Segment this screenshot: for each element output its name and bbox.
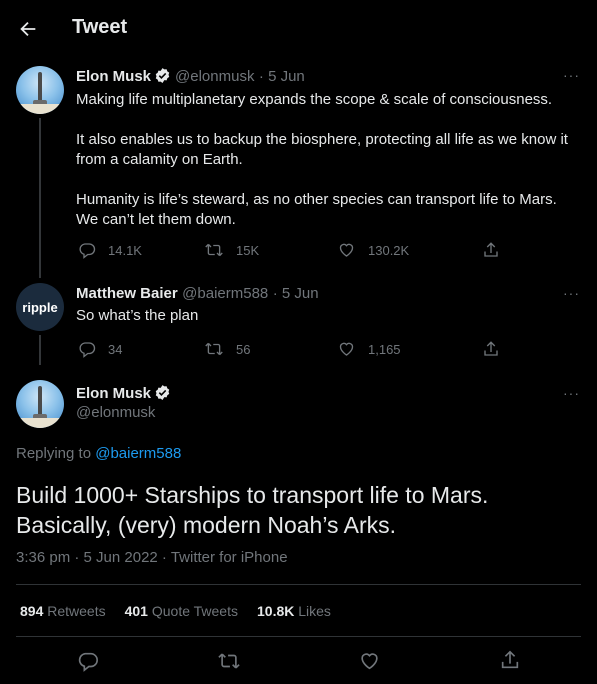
- thread-line: [39, 335, 41, 365]
- retweets-stat-count: 894: [20, 603, 44, 619]
- tweet-paragraph: Humanity is life’s steward, as no other …: [76, 191, 557, 228]
- page-title: Tweet: [72, 16, 128, 38]
- share-icon[interactable]: [482, 339, 500, 359]
- author-handle[interactable]: @elonmusk: [76, 404, 155, 421]
- tweet-date[interactable]: · 5 Jun: [273, 285, 319, 302]
- retweet-icon: [204, 241, 224, 259]
- retweets-stat-label: Retweets: [47, 603, 106, 619]
- retweets-stat[interactable]: 894 Retweets: [20, 603, 106, 619]
- replying-to: Replying to @baierm588: [16, 445, 181, 462]
- likes-stat-count: 10.8K: [257, 603, 295, 619]
- verified-badge-icon: [154, 67, 171, 84]
- likes-stat-label: Likes: [298, 603, 331, 619]
- avatar[interactable]: ripple: [16, 283, 64, 331]
- main-tweet-author: Elon Musk: [76, 384, 175, 403]
- more-options-button[interactable]: ···: [563, 385, 580, 401]
- author-handle[interactable]: @baierm588: [182, 285, 268, 302]
- quotes-stat-label: Quote Tweets: [151, 603, 238, 619]
- reply-button[interactable]: 14.1K: [78, 241, 142, 259]
- replying-prefix: Replying to: [16, 445, 92, 462]
- avatar-logo-text: ripple: [22, 299, 58, 315]
- reply-count: 34: [108, 341, 123, 357]
- tweet-body: Making life multiplanetary expands the s…: [76, 90, 576, 230]
- quotes-stat-count: 401: [124, 603, 148, 619]
- like-button[interactable]: 130.2K: [337, 241, 409, 259]
- reply-icon[interactable]: [77, 650, 99, 672]
- like-count: 1,165: [368, 341, 401, 357]
- retweet-button[interactable]: 15K: [204, 241, 259, 259]
- reply-button[interactable]: 34: [78, 340, 122, 358]
- retweet-icon[interactable]: [217, 650, 241, 672]
- share-icon[interactable]: [499, 648, 521, 672]
- more-options-button[interactable]: ···: [563, 67, 580, 83]
- avatar[interactable]: [16, 380, 64, 428]
- tweet-paragraph: It also enables us to backup the biosphe…: [76, 131, 568, 168]
- tweet-date[interactable]: · 5 Jun: [259, 68, 305, 85]
- tweet-paragraph: Making life multiplanetary expands the s…: [76, 91, 553, 108]
- back-arrow-icon[interactable]: [17, 18, 39, 40]
- heart-icon[interactable]: [358, 650, 381, 672]
- reply-icon: [78, 340, 96, 358]
- divider: [16, 584, 581, 585]
- heart-icon: [337, 241, 356, 259]
- author-name[interactable]: Elon Musk: [76, 68, 151, 85]
- thread-line: [39, 118, 41, 278]
- tweet-timestamp[interactable]: 3:36 pm · 5 Jun 2022 · Twitter for iPhon…: [16, 549, 288, 566]
- retweet-count: 15K: [236, 242, 260, 258]
- reply-icon: [78, 241, 96, 259]
- retweet-icon: [204, 340, 224, 358]
- share-icon[interactable]: [482, 240, 500, 260]
- tweet-header: Elon Musk @elonmusk · 5 Jun: [76, 67, 305, 86]
- likes-stat[interactable]: 10.8K Likes: [257, 603, 331, 619]
- heart-icon: [337, 340, 356, 358]
- author-name[interactable]: Matthew Baier: [76, 285, 178, 302]
- tweet-body: So what’s the plan: [76, 307, 199, 324]
- like-button[interactable]: 1,165: [337, 340, 401, 358]
- more-options-button[interactable]: ···: [563, 285, 580, 301]
- avatar[interactable]: [16, 66, 64, 114]
- reply-count: 14.1K: [108, 242, 142, 258]
- main-tweet-text: Build 1000+ Starships to transport life …: [16, 482, 489, 538]
- divider: [16, 636, 581, 637]
- author-handle[interactable]: @elonmusk: [175, 68, 254, 85]
- verified-badge-icon: [154, 384, 171, 401]
- tweet-stats: 894 Retweets 401 Quote Tweets 10.8K Likes: [20, 603, 331, 619]
- retweet-count: 56: [236, 341, 251, 357]
- like-count: 130.2K: [368, 242, 410, 258]
- retweet-button[interactable]: 56: [204, 340, 250, 358]
- tweet-header: Matthew Baier @baierm588 · 5 Jun: [76, 285, 319, 303]
- quotes-stat[interactable]: 401 Quote Tweets: [125, 603, 238, 619]
- author-name[interactable]: Elon Musk: [76, 385, 151, 402]
- replying-to-link[interactable]: @baierm588: [95, 445, 181, 462]
